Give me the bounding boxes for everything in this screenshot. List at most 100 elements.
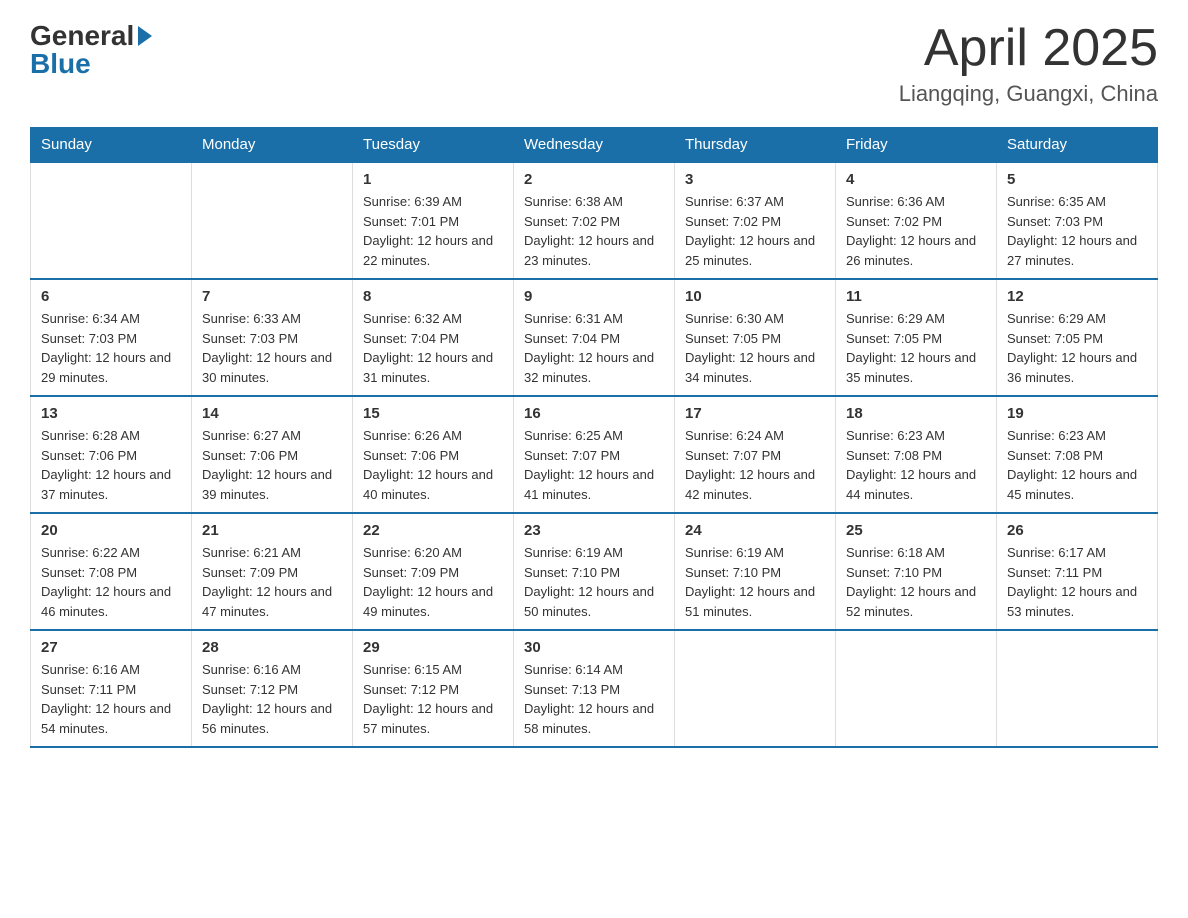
day-info: Sunrise: 6:24 AMSunset: 7:07 PMDaylight:… [685, 426, 825, 504]
calendar-cell [675, 630, 836, 747]
calendar-cell: 1 Sunrise: 6:39 AMSunset: 7:01 PMDaylight… [353, 162, 514, 279]
day-number: 27 [41, 639, 181, 656]
calendar-cell: 28 Sunrise: 6:16 AMSunset: 7:12 PMDayligh… [192, 630, 353, 747]
day-info: Sunrise: 6:38 AMSunset: 7:02 PMDaylight:… [524, 192, 664, 270]
day-info: Sunrise: 6:23 AMSunset: 7:08 PMDaylight:… [1007, 426, 1147, 504]
calendar-day-header: Saturday [997, 128, 1158, 163]
calendar-week-row: 13Sunrise: 6:28 AMSunset: 7:06 PMDayligh… [31, 396, 1158, 513]
calendar-cell [192, 162, 353, 279]
day-info: Sunrise: 6:19 AMSunset: 7:10 PMDaylight:… [524, 543, 664, 621]
day-info: Sunrise: 6:39 AMSunset: 7:01 PMDaylight:… [363, 192, 503, 270]
logo-blue: Blue [30, 48, 91, 80]
day-number: 29 [363, 639, 503, 656]
day-number: 15 [363, 405, 503, 422]
title-block: April 2025 Liangqing, Guangxi, China [899, 20, 1158, 107]
day-number: 2 [524, 171, 664, 188]
calendar-cell: 30 Sunrise: 6:14 AMSunset: 7:13 PMDayligh… [514, 630, 675, 747]
day-info: Sunrise: 6:22 AMSunset: 7:08 PMDaylight:… [41, 543, 181, 621]
calendar-cell: 5 Sunrise: 6:35 AMSunset: 7:03 PMDaylight… [997, 162, 1158, 279]
day-number: 1 [363, 171, 503, 188]
calendar-cell [997, 630, 1158, 747]
day-info: Sunrise: 6:33 AMSunset: 7:03 PMDaylight:… [202, 309, 342, 387]
day-info: Sunrise: 6:37 AMSunset: 7:02 PMDaylight:… [685, 192, 825, 270]
calendar-cell: 21 Sunrise: 6:21 AMSunset: 7:09 PMDayligh… [192, 513, 353, 630]
calendar-cell: 26 Sunrise: 6:17 AMSunset: 7:11 PMDayligh… [997, 513, 1158, 630]
calendar-day-header: Friday [836, 128, 997, 163]
day-info: Sunrise: 6:25 AMSunset: 7:07 PMDaylight:… [524, 426, 664, 504]
day-info: Sunrise: 6:17 AMSunset: 7:11 PMDaylight:… [1007, 543, 1147, 621]
calendar-cell [836, 630, 997, 747]
day-info: Sunrise: 6:36 AMSunset: 7:02 PMDaylight:… [846, 192, 986, 270]
calendar-cell: 24Sunrise: 6:19 AMSunset: 7:10 PMDayligh… [675, 513, 836, 630]
day-info: Sunrise: 6:35 AMSunset: 7:03 PMDaylight:… [1007, 192, 1147, 270]
calendar-cell: 9Sunrise: 6:31 AMSunset: 7:04 PMDaylight… [514, 279, 675, 396]
calendar-day-header: Tuesday [353, 128, 514, 163]
day-info: Sunrise: 6:18 AMSunset: 7:10 PMDaylight:… [846, 543, 986, 621]
day-number: 24 [685, 522, 825, 539]
day-number: 11 [846, 288, 986, 305]
month-title: April 2025 [899, 20, 1158, 77]
logo: General Blue [30, 20, 152, 80]
day-number: 10 [685, 288, 825, 305]
day-number: 22 [363, 522, 503, 539]
calendar-cell: 10 Sunrise: 6:30 AMSunset: 7:05 PMDayligh… [675, 279, 836, 396]
location-title: Liangqing, Guangxi, China [899, 81, 1158, 107]
calendar-day-header: Wednesday [514, 128, 675, 163]
day-number: 30 [524, 639, 664, 656]
calendar-cell: 18 Sunrise: 6:23 AMSunset: 7:08 PMDayligh… [836, 396, 997, 513]
logo-triangle-icon [138, 26, 152, 46]
calendar-cell: 17 Sunrise: 6:24 AMSunset: 7:07 PMDayligh… [675, 396, 836, 513]
calendar-week-row: 1 Sunrise: 6:39 AMSunset: 7:01 PMDaylight… [31, 162, 1158, 279]
calendar-week-row: 27 Sunrise: 6:16 AMSunset: 7:11 PMDayligh… [31, 630, 1158, 747]
day-number: 20 [41, 522, 181, 539]
day-info: Sunrise: 6:23 AMSunset: 7:08 PMDaylight:… [846, 426, 986, 504]
page-header: General Blue April 2025 Liangqing, Guang… [30, 20, 1158, 107]
calendar-cell [31, 162, 192, 279]
day-number: 14 [202, 405, 342, 422]
day-info: Sunrise: 6:30 AMSunset: 7:05 PMDaylight:… [685, 309, 825, 387]
calendar-cell: 22 Sunrise: 6:20 AMSunset: 7:09 PMDayligh… [353, 513, 514, 630]
day-number: 21 [202, 522, 342, 539]
calendar-cell: 7Sunrise: 6:33 AMSunset: 7:03 PMDaylight… [192, 279, 353, 396]
day-info: Sunrise: 6:27 AMSunset: 7:06 PMDaylight:… [202, 426, 342, 504]
day-info: Sunrise: 6:20 AMSunset: 7:09 PMDaylight:… [363, 543, 503, 621]
day-number: 4 [846, 171, 986, 188]
calendar-cell: 3 Sunrise: 6:37 AMSunset: 7:02 PMDaylight… [675, 162, 836, 279]
calendar-cell: 8Sunrise: 6:32 AMSunset: 7:04 PMDaylight… [353, 279, 514, 396]
day-number: 26 [1007, 522, 1147, 539]
calendar-cell: 14 Sunrise: 6:27 AMSunset: 7:06 PMDayligh… [192, 396, 353, 513]
day-info: Sunrise: 6:15 AMSunset: 7:12 PMDaylight:… [363, 660, 503, 738]
day-number: 13 [41, 405, 181, 422]
day-number: 6 [41, 288, 181, 305]
calendar-cell: 12 Sunrise: 6:29 AMSunset: 7:05 PMDayligh… [997, 279, 1158, 396]
calendar-cell: 16 Sunrise: 6:25 AMSunset: 7:07 PMDayligh… [514, 396, 675, 513]
calendar-cell: 15Sunrise: 6:26 AMSunset: 7:06 PMDayligh… [353, 396, 514, 513]
day-number: 28 [202, 639, 342, 656]
day-number: 19 [1007, 405, 1147, 422]
calendar-cell: 20 Sunrise: 6:22 AMSunset: 7:08 PMDayligh… [31, 513, 192, 630]
calendar-day-header: Monday [192, 128, 353, 163]
day-number: 18 [846, 405, 986, 422]
day-info: Sunrise: 6:29 AMSunset: 7:05 PMDaylight:… [1007, 309, 1147, 387]
calendar-table: SundayMondayTuesdayWednesdayThursdayFrid… [30, 127, 1158, 748]
day-number: 12 [1007, 288, 1147, 305]
day-info: Sunrise: 6:21 AMSunset: 7:09 PMDaylight:… [202, 543, 342, 621]
day-number: 9 [524, 288, 664, 305]
day-number: 25 [846, 522, 986, 539]
day-number: 3 [685, 171, 825, 188]
day-number: 17 [685, 405, 825, 422]
calendar-week-row: 20 Sunrise: 6:22 AMSunset: 7:08 PMDayligh… [31, 513, 1158, 630]
calendar-day-header: Thursday [675, 128, 836, 163]
calendar-day-header: Sunday [31, 128, 192, 163]
day-info: Sunrise: 6:16 AMSunset: 7:12 PMDaylight:… [202, 660, 342, 738]
day-number: 23 [524, 522, 664, 539]
calendar-cell: 11Sunrise: 6:29 AMSunset: 7:05 PMDayligh… [836, 279, 997, 396]
day-number: 5 [1007, 171, 1147, 188]
calendar-header-row: SundayMondayTuesdayWednesdayThursdayFrid… [31, 128, 1158, 163]
calendar-cell: 4 Sunrise: 6:36 AMSunset: 7:02 PMDaylight… [836, 162, 997, 279]
day-number: 8 [363, 288, 503, 305]
day-number: 16 [524, 405, 664, 422]
day-info: Sunrise: 6:16 AMSunset: 7:11 PMDaylight:… [41, 660, 181, 738]
day-info: Sunrise: 6:14 AMSunset: 7:13 PMDaylight:… [524, 660, 664, 738]
calendar-cell: 6Sunrise: 6:34 AMSunset: 7:03 PMDaylight… [31, 279, 192, 396]
